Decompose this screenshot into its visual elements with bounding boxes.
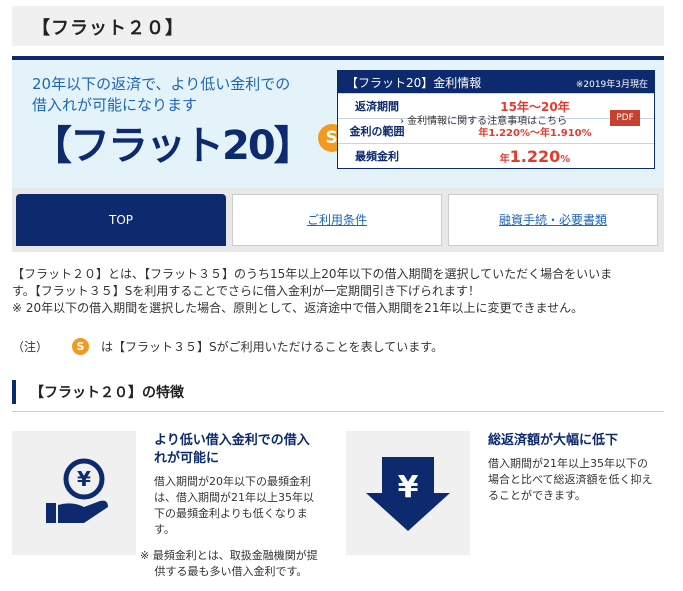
- rate-label: 最頻金利: [355, 150, 399, 163]
- feature-body-line: す。: [154, 523, 175, 536]
- feature-note-line: ※ 最頻金利とは、取扱金融機関が提: [140, 549, 318, 562]
- feature-title-line: れが可能に: [154, 451, 220, 466]
- feature-title-line: より低い借入金利での借入: [154, 433, 310, 448]
- intro-line: 【フラット２０】とは、【フラット３５】のうち15年以上20年以下の借入期間を選択…: [12, 267, 613, 281]
- features-title: 【フラット２０】の特徴: [30, 385, 184, 401]
- hero-tagline-line2: 借入れが可能になります: [32, 96, 198, 114]
- rate-value: 年1.220%: [416, 147, 654, 166]
- feature-body-low-rate: 借入期間が20年以下の最頻金利 は、借入期間が21年以上35年以 下の最頻金利よ…: [154, 474, 334, 538]
- hero-tagline-line1: 20年以下の返済で、より低い金利での: [32, 75, 291, 93]
- intro-line: す。【フラット３５】Sを利用することでさらに借入金利が一定期間引き下げられます！: [12, 284, 481, 298]
- rate-suffix: %: [560, 153, 571, 165]
- tab-conditions[interactable]: ご利用条件: [232, 194, 442, 246]
- intro-note: ※ 20年以下の借入期間を選択した場合、原則として、返済途中で借入期間を21年以…: [12, 301, 584, 315]
- hero-tagline: 20年以下の返済で、より低い金利での 借入れが可能になります: [32, 74, 290, 116]
- s-badge-icon: S: [72, 338, 90, 355]
- rate-notes-link[interactable]: › 金利情報に関する注意事項はこちら: [400, 112, 567, 127]
- feature-body-line: 借入期間が20年以下の最頻金利: [154, 475, 311, 488]
- feature-body-line: ることができます。: [488, 489, 586, 502]
- feature-body-line: 下の最頻金利よりも低くなりま: [154, 507, 308, 520]
- hero-brand-text: 【フラット20】: [32, 123, 314, 169]
- feature-body-line: 場合と比べて総返済額を低く抑え: [488, 473, 653, 486]
- page-title: 【フラット２０】: [32, 18, 184, 39]
- feature-body-line: は、借入期間が21年以上35年以: [154, 491, 314, 504]
- features-section-header: 【フラット２０】の特徴: [12, 378, 664, 412]
- tab-procedures[interactable]: 融資手続・必要書類: [448, 194, 658, 246]
- feature-body-line: 借入期間が21年以上35年以下の: [488, 457, 648, 470]
- feature-title-total-repay: 総返済額が大幅に低下: [488, 433, 619, 448]
- yen-hand-icon: ¥: [46, 458, 108, 523]
- feature-body-total-repay: 借入期間が21年以上35年以下の 場合と比べて総返済額を低く抑え ることができま…: [488, 456, 668, 504]
- page-title-box: 【フラット２０】: [12, 6, 664, 46]
- feature-note-line: 供する最も多い借入金利です。: [140, 565, 308, 578]
- hero-brand: 【フラット20】 S: [32, 122, 346, 170]
- tab-top[interactable]: TOP: [16, 194, 226, 246]
- feature-title-low-rate: より低い借入金利での借入 れが可能に: [154, 432, 334, 468]
- note-prefix: （注）: [12, 340, 49, 354]
- note-text: は【フラット３５】Sがご利用いただけることを表しています。: [101, 340, 444, 354]
- section-bar: [12, 380, 16, 404]
- svg-text:¥: ¥: [77, 467, 91, 491]
- svg-text:¥: ¥: [398, 470, 419, 505]
- feature-image-total-repay: ¥: [346, 431, 470, 555]
- rate-row-mode: 最頻金利 年1.220%: [338, 143, 654, 168]
- feature-image-low-rate: ¥: [12, 431, 136, 555]
- yen-down-arrow-icon: ¥: [366, 457, 450, 531]
- s-note: （注） S は【フラット３５】Sがご利用いただけることを表しています。: [12, 338, 443, 355]
- intro-text: 【フラット２０】とは、【フラット３５】のうち15年以上20年以下の借入期間を選択…: [12, 266, 664, 317]
- rate-table-header: 【フラット20】金利情報 ※2019年3月現在: [338, 71, 654, 93]
- rate-table-date: ※2019年3月現在: [575, 80, 648, 90]
- rate-table-title: 【フラット20】金利情報: [346, 76, 482, 90]
- pdf-badge[interactable]: PDF: [610, 110, 640, 126]
- rate-prefix: 年: [499, 153, 510, 165]
- rate-number: 1.220: [509, 146, 561, 166]
- feature-note-low-rate: ※ 最頻金利とは、取扱金融機関が提 供する最も多い借入金利です。: [140, 548, 340, 580]
